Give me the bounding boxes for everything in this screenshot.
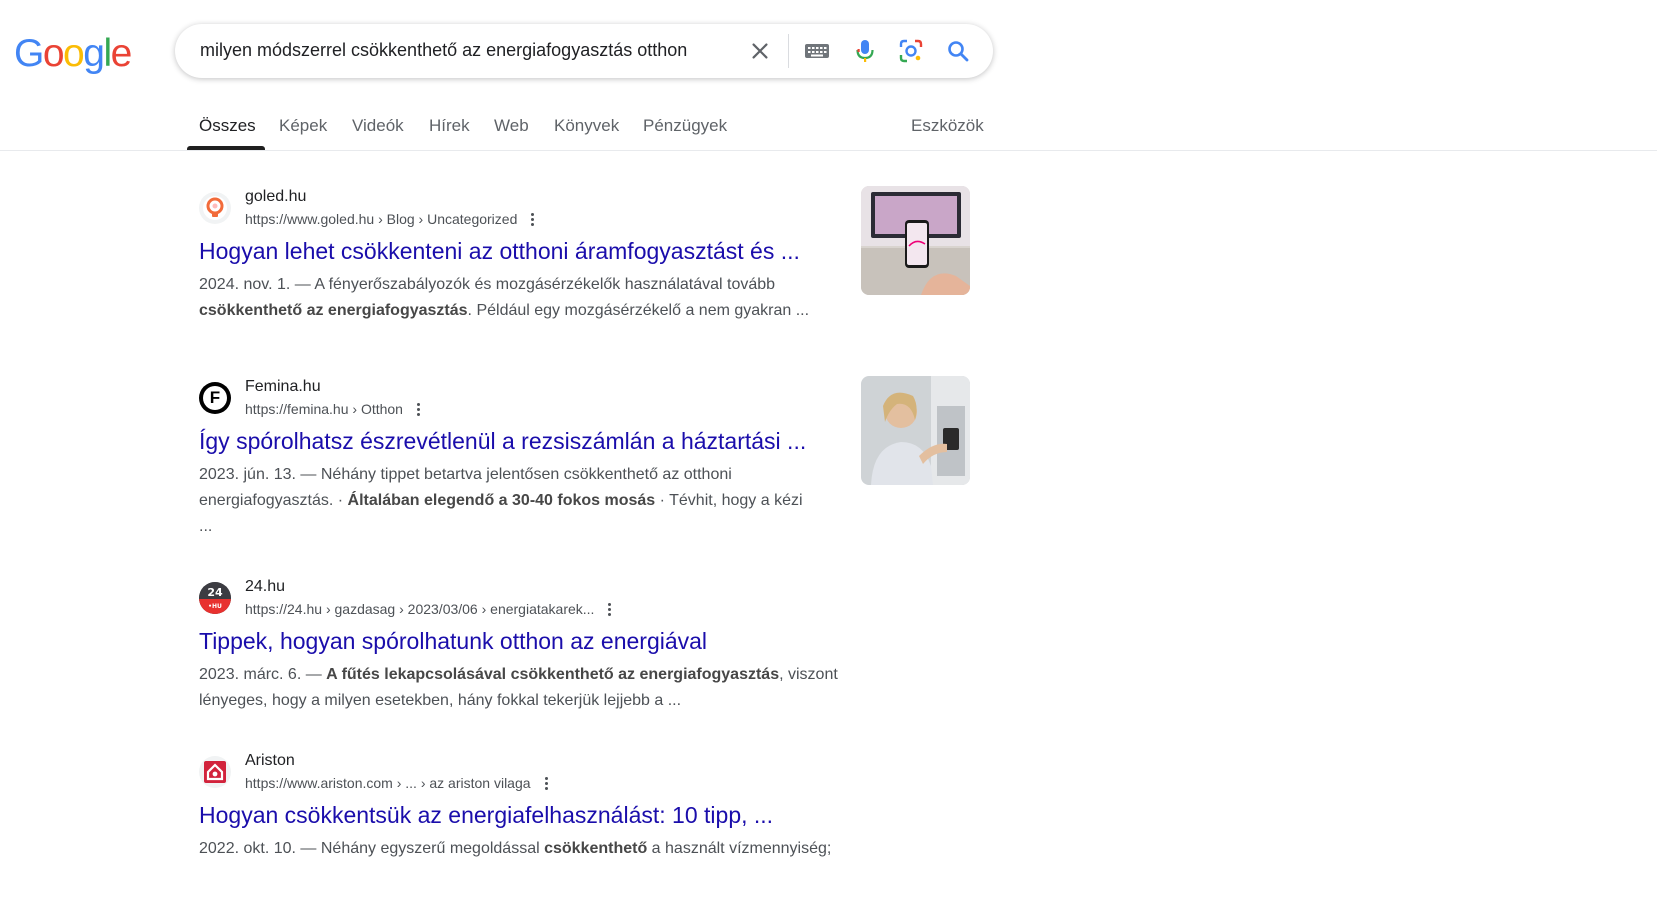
tab-books[interactable]: Könyvek [554,116,619,136]
tab-news[interactable]: Hírek [429,116,470,136]
result-site-name[interactable]: Femina.hu [245,378,321,396]
more-options-icon[interactable] [416,402,420,416]
more-options-icon[interactable] [544,776,548,790]
tab-videos[interactable]: Videók [352,116,404,136]
more-options-icon[interactable] [608,602,612,616]
google-results-page: Google milyen módszerrel csökkenthető az… [0,0,1657,900]
keyboard-icon[interactable] [803,37,831,65]
header-divider [0,150,1657,151]
result-url[interactable]: https://www.goled.hu › Blog › Uncategori… [245,211,535,227]
result-url[interactable]: https://femina.hu › Otthon [245,401,420,417]
tab-web[interactable]: Web [494,116,529,136]
tab-all[interactable]: Összes [199,116,256,136]
more-options-icon[interactable] [531,212,535,226]
search-divider [788,34,789,68]
ariston-favicon [199,756,231,788]
result-snippet: 2023. márc. 6. — A fűtés lekapcsolásával… [199,666,838,709]
tools-button[interactable]: Eszközök [911,116,984,136]
result-snippet: 2024. nov. 1. — A fényerőszabályozók és … [199,276,810,319]
result-snippet: 2022. okt. 10. — Néhány egyszerű megoldá… [199,840,832,857]
search-input[interactable]: milyen módszerrel csökkenthető az energi… [200,40,687,61]
result-site-name[interactable]: Ariston [245,752,295,770]
tab-finance[interactable]: Pénzügyek [643,116,727,136]
result-title-link[interactable]: Hogyan csökkentsük az energiafelhasználá… [199,802,773,829]
svg-text:•HU: •HU [208,603,222,610]
search-icon[interactable] [944,37,972,65]
result-title-link[interactable]: Így spórolhatsz észrevétlenül a rezsiszá… [199,428,806,455]
microphone-icon[interactable] [851,37,879,65]
search-box[interactable]: milyen módszerrel csökkenthető az energi… [175,24,993,78]
result-thumbnail[interactable] [861,186,970,295]
result-title-link[interactable]: Tippek, hogyan spórolhatunk otthon az en… [199,628,707,655]
result-url[interactable]: https://www.ariston.com › ... › az arist… [245,775,548,791]
svg-text:24: 24 [207,586,223,599]
femina-favicon: F [199,382,231,414]
tab-images[interactable]: Képek [279,116,327,136]
google-logo[interactable]: Google [14,34,132,73]
lens-icon[interactable] [897,37,925,65]
result-snippet: 2023. jún. 13. — Néhány tippet betartva … [199,466,803,535]
clear-icon[interactable] [746,37,774,65]
result-url[interactable]: https://24.hu › gazdasag › 2023/03/06 › … [245,601,612,617]
24hu-favicon: 24 •HU [199,582,231,614]
result-site-name[interactable]: 24.hu [245,578,285,596]
result-title-link[interactable]: Hogyan lehet csökkenteni az otthoni áram… [199,238,800,265]
goled-favicon [199,192,231,224]
result-thumbnail[interactable] [861,376,970,485]
result-site-name[interactable]: goled.hu [245,188,306,206]
